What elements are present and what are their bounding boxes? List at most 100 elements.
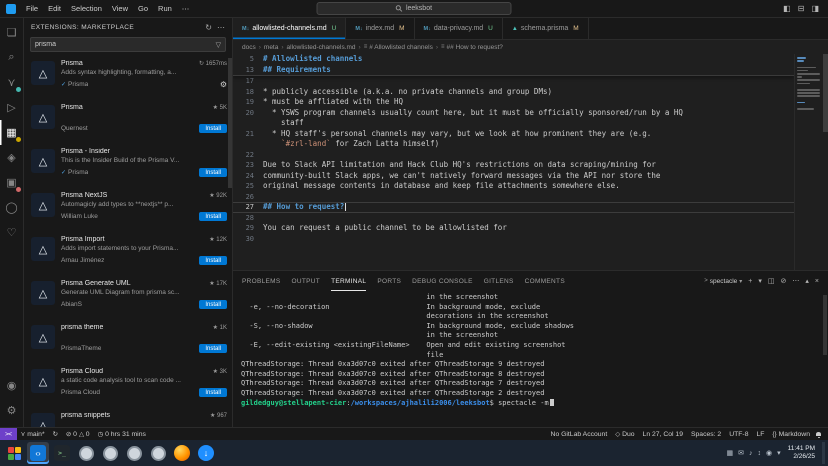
editor-line-17[interactable]: 17 xyxy=(233,76,794,87)
breadcrumb-item-allowlisted-channels[interactable]: ≡# Allowlisted channels xyxy=(364,44,433,51)
wakatime-status[interactable]: ◷0 hrs 31 mins xyxy=(94,428,150,440)
notifications-bell-icon[interactable] xyxy=(816,432,821,436)
menu-run[interactable]: Run xyxy=(153,4,177,13)
cursor-position[interactable]: Ln 27, Col 19 xyxy=(639,431,687,438)
install-button[interactable]: Install xyxy=(199,300,227,309)
extension-prisma-cloud[interactable]: △Prisma Cloud★ 3Ka static code analysis … xyxy=(24,363,232,407)
editor-line-wrap[interactable]: staff xyxy=(233,118,794,129)
tab-index-md[interactable]: M↓index.mdM xyxy=(346,18,414,39)
tab-data-privacy-md[interactable]: M↓data-privacy.mdU xyxy=(415,18,503,39)
taskbar-clock[interactable]: 11:41 PM 2/26/25 xyxy=(785,445,818,461)
extension-prisma-nextjs[interactable]: △Prisma NextJS★ 92KAutomagicly add types… xyxy=(24,187,232,231)
editor-line-22[interactable]: 22 xyxy=(233,150,794,161)
editor-line-23[interactable]: 23Due to Slack API limitation and Hack C… xyxy=(233,160,794,171)
menu-edit[interactable]: Edit xyxy=(43,4,66,13)
activity-github[interactable]: ♡ xyxy=(0,220,24,245)
breadcrumb-item-allowlisted-channels-md[interactable]: allowlisted-channels.md xyxy=(287,44,356,51)
menu-go[interactable]: Go xyxy=(133,4,153,13)
breadcrumb-item-how-to-request[interactable]: ≡## How to request? xyxy=(441,44,503,51)
split-terminal-icon[interactable]: ◫ xyxy=(768,277,775,285)
filter-icon[interactable]: ▽ xyxy=(216,41,221,49)
tray-audio-icon[interactable]: ♪ xyxy=(749,450,753,457)
app-vscode[interactable]: ‹› xyxy=(27,442,49,464)
extension-prisma-theme[interactable]: △prisma theme★ 1KPrismaThemeInstall xyxy=(24,319,232,363)
panel-tab-terminal[interactable]: TERMINAL xyxy=(331,271,366,291)
extensions-search[interactable]: ▽ xyxy=(30,37,226,52)
extensions-search-input[interactable] xyxy=(35,41,213,48)
duo-status[interactable]: ◇Duo xyxy=(611,431,638,438)
menu-item[interactable]: ⋯ xyxy=(177,4,195,13)
app-downloads[interactable]: ↓ xyxy=(195,442,217,464)
branch-status[interactable]: ⋎main* xyxy=(17,428,49,440)
refresh-icon[interactable]: ↻ xyxy=(205,23,212,32)
extension-prisma[interactable]: △Prisma★ 5KQuernestInstall xyxy=(24,99,232,143)
install-button[interactable]: Install xyxy=(199,344,227,353)
tab-allowlisted-channels-md[interactable]: M↓allowlisted-channels.mdU xyxy=(233,18,346,39)
tray-notifications-icon[interactable]: ◉ xyxy=(766,449,772,457)
menu-selection[interactable]: Selection xyxy=(66,4,107,13)
indentation-status[interactable]: Spaces: 2 xyxy=(687,431,725,438)
editor-line-28[interactable]: 28 xyxy=(233,213,794,224)
app-utility-2[interactable] xyxy=(99,442,121,464)
activity-manage[interactable]: ⚙ xyxy=(0,398,24,423)
editor-line-wrap[interactable]: `#zrl-land` for Zach Latta himself) xyxy=(233,139,794,150)
install-button[interactable]: Install xyxy=(199,388,227,397)
terminal-dropdown-icon[interactable]: ▾ xyxy=(758,277,762,285)
extension-prisma-insider[interactable]: △Prisma - InsiderThis is the Insider Bui… xyxy=(24,143,232,187)
install-button[interactable]: Install xyxy=(199,124,227,133)
vscode-logo-icon[interactable] xyxy=(6,4,16,14)
install-button[interactable]: Install xyxy=(199,212,227,221)
editor-line-18[interactable]: 18* publicly accessible (a.k.a. no priva… xyxy=(233,87,794,98)
encoding-status[interactable]: UTF-8 xyxy=(725,431,752,438)
tray-mail-icon[interactable]: ✉ xyxy=(738,449,744,457)
editor-line-21[interactable]: 21 * HQ staff's personal channels may va… xyxy=(233,129,794,140)
editor-scrollbar[interactable] xyxy=(823,54,828,132)
menu-file[interactable]: File xyxy=(21,4,43,13)
editor-line-20[interactable]: 20 * YSWS program channels usually count… xyxy=(233,108,794,119)
terminal-scrollbar[interactable] xyxy=(823,295,827,355)
editor-line-13[interactable]: 13## Requirements xyxy=(233,65,794,76)
terminal-output[interactable]: in the screenshot -e, --no-decoration In… xyxy=(233,291,828,427)
sync-status[interactable]: ↻ xyxy=(49,428,62,440)
editor-line-25[interactable]: 25original message contents in database … xyxy=(233,181,794,192)
tab-schema-prisma[interactable]: ▲schema.prismaM xyxy=(503,18,589,39)
activity-gitlens[interactable]: ◈ xyxy=(0,145,24,170)
panel-tab-comments[interactable]: COMMENTS xyxy=(525,271,565,291)
activity-remote-explorer[interactable]: ▣ xyxy=(0,170,24,195)
editor-line-30[interactable]: 30 xyxy=(233,234,794,245)
activity-run-and-debug[interactable]: ▷ xyxy=(0,95,24,120)
panel-tab-gitlens[interactable]: GITLENS xyxy=(484,271,514,291)
tray-network-icon[interactable]: ↕ xyxy=(758,450,762,457)
app-launcher[interactable] xyxy=(3,442,25,464)
activity-explorer[interactable]: ❏ xyxy=(0,20,24,45)
extension-prisma[interactable]: △Prisma↻ 1657msAdds syntax highlighting,… xyxy=(24,55,232,99)
app-firefox[interactable] xyxy=(171,442,193,464)
activity-source-control[interactable]: ⋎ xyxy=(0,70,24,95)
app-utility-4[interactable] xyxy=(147,442,169,464)
language-status[interactable]: {}Markdown xyxy=(768,431,814,438)
editor-line-27[interactable]: 27## How to request? xyxy=(233,202,794,213)
sidebar-scrollbar[interactable] xyxy=(228,58,232,188)
maximize-panel-icon[interactable]: ▴ xyxy=(805,277,809,285)
gitlab-status[interactable]: No GitLab Account xyxy=(547,431,612,438)
minimap[interactable] xyxy=(794,54,822,270)
editor-line-29[interactable]: 29You can request a public channel to be… xyxy=(233,223,794,234)
menu-view[interactable]: View xyxy=(107,4,133,13)
panel-tab-problems[interactable]: PROBLEMS xyxy=(242,271,281,291)
remote-indicator[interactable]: >< xyxy=(0,428,17,440)
command-center-search[interactable]: leeksbot xyxy=(317,2,512,15)
app-terminal[interactable]: >_ xyxy=(51,442,73,464)
customize-layout-icon[interactable]: ◨ xyxy=(811,4,819,13)
extension-prisma-import[interactable]: △Prisma Import★ 12KAdds import statement… xyxy=(24,231,232,275)
activity-extensions[interactable]: ▦ xyxy=(0,120,24,145)
panel-tab-debug-console[interactable]: DEBUG CONSOLE xyxy=(412,271,473,291)
editor-line-19[interactable]: 19* must be affliated with the HQ xyxy=(233,97,794,108)
views-more-actions-icon[interactable]: ⋯ xyxy=(217,23,225,32)
editor-line-26[interactable]: 26 xyxy=(233,192,794,203)
app-utility-3[interactable] xyxy=(123,442,145,464)
show-desktop-button[interactable] xyxy=(822,442,825,464)
tray-input-method-icon[interactable]: ▦ xyxy=(727,449,734,457)
editor-line-5[interactable]: 5# Allowlisted channels xyxy=(233,54,794,65)
editor[interactable]: 1718* publicly accessible (a.k.a. no pri… xyxy=(233,54,828,270)
activity-ports[interactable]: ◯ xyxy=(0,195,24,220)
